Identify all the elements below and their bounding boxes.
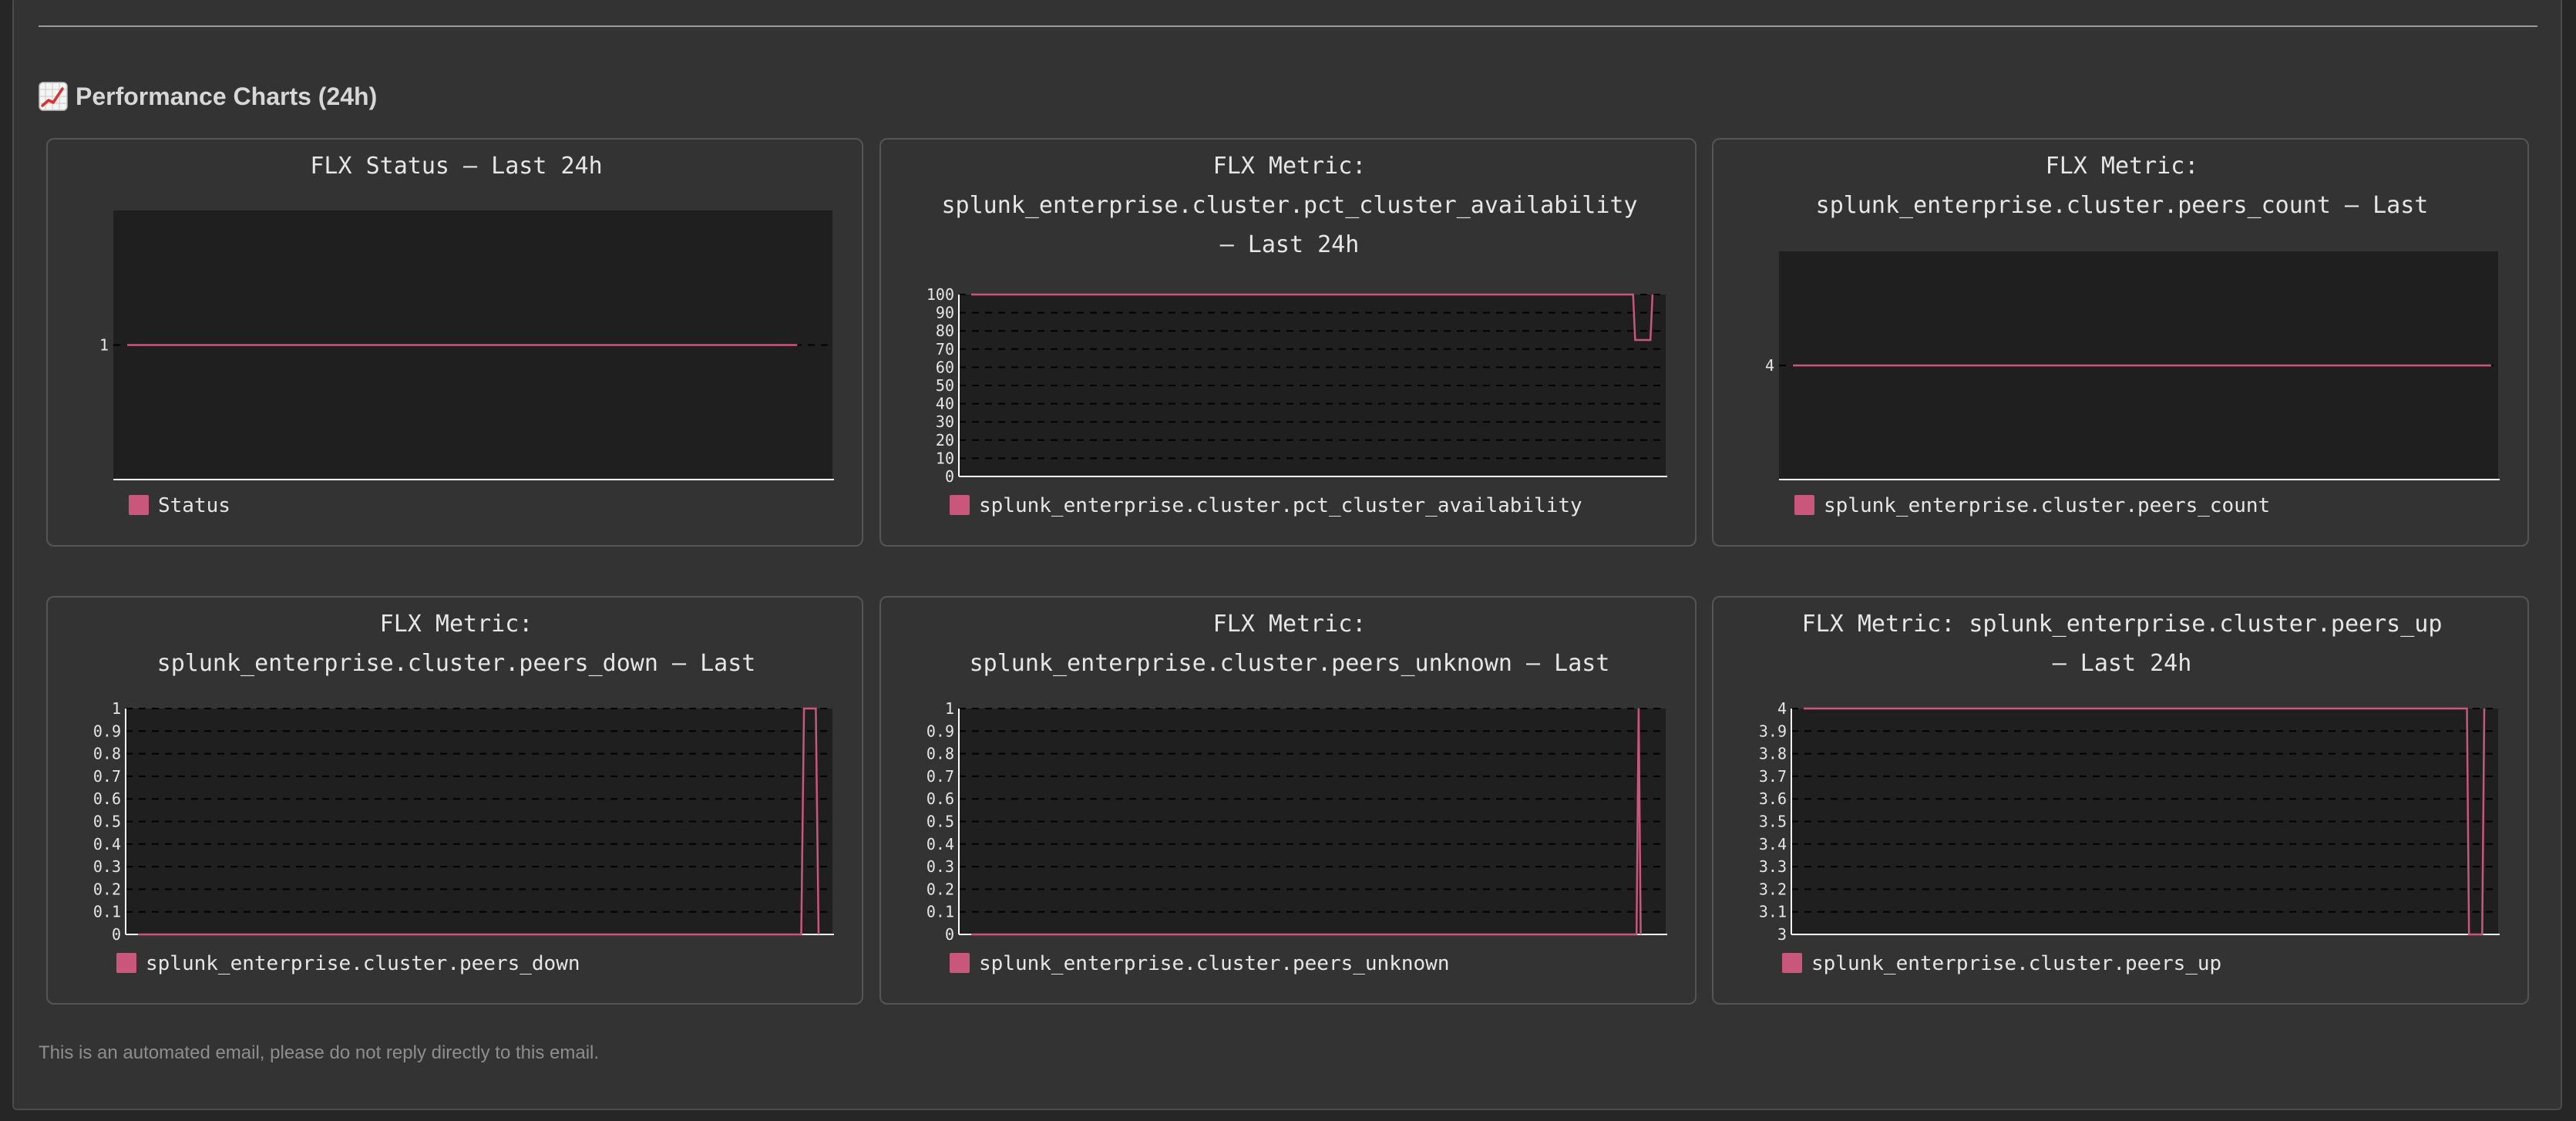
y-tick-label: 3.2 <box>1759 880 1787 898</box>
chart-peers-down: FLX Metric: splunk_enterprise.cluster.pee… <box>93 611 834 975</box>
y-tick-label: 0.5 <box>926 813 954 831</box>
footer-disclaimer: This is an automated email, please do no… <box>39 1042 600 1063</box>
chart-increasing-icon <box>39 82 68 111</box>
y-tick-label: 0.1 <box>926 903 954 921</box>
y-tick-label: 40 <box>936 395 954 413</box>
legend-label: splunk_enterprise.cluster.peers_up <box>1811 952 2221 975</box>
y-tick-label: 1 <box>112 699 121 718</box>
y-tick-label: 60 <box>936 358 954 376</box>
section-header: Performance Charts (24h) <box>39 77 377 116</box>
y-tick-label: 20 <box>936 431 954 449</box>
y-tick-label: 0.7 <box>93 767 121 786</box>
legend-swatch <box>129 495 149 515</box>
chart-card-peers-count: FLX Metric: splunk_enterprise.cluster.pee… <box>1712 138 2529 547</box>
y-tick-label: 4 <box>1777 699 1787 718</box>
y-tick-label: 3.7 <box>1759 767 1787 786</box>
chart-peers-unknown: FLX Metric: splunk_enterprise.cluster.pee… <box>926 611 1667 975</box>
y-tick-label: 3 <box>1777 925 1787 944</box>
chart-card-status: FLX Status – Last 24h 1 Status <box>46 138 863 547</box>
y-tick-label: 0.4 <box>926 835 954 853</box>
y-tick-label: 0.9 <box>926 722 954 740</box>
legend-label: Status <box>158 494 230 517</box>
chart-card-peers-unknown: FLX Metric: splunk_enterprise.cluster.pee… <box>879 596 1697 1005</box>
horizontal-divider <box>39 25 2537 27</box>
y-tick-label: 3.1 <box>1759 903 1787 921</box>
y-tick-label: 80 <box>936 321 954 340</box>
chart-title: FLX Metric: splunk_enterprise.cluster.pee… <box>970 611 1610 677</box>
chart-title: FLX Metric: splunk_enterprise.cluster.pee… <box>1816 153 2429 219</box>
legend-label: splunk_enterprise.cluster.peers_unknown <box>979 952 1449 975</box>
y-tick-label: 3.6 <box>1759 789 1787 808</box>
y-tick-label: 0.3 <box>926 857 954 876</box>
y-tick-label: 3.3 <box>1759 857 1787 876</box>
legend-label: splunk_enterprise.cluster.peers_down <box>146 952 580 975</box>
section-title: Performance Charts (24h) <box>76 82 378 110</box>
y-tick-label: 0.6 <box>93 789 121 808</box>
chart-peers-count: FLX Metric: splunk_enterprise.cluster.pee… <box>1765 153 2500 517</box>
y-tick-label: 1 <box>945 699 954 718</box>
y-tick-label: 0.4 <box>93 835 121 853</box>
y-tick-label: 0.2 <box>926 880 954 898</box>
y-tick-label: 0.2 <box>93 880 121 898</box>
y-tick-label: 3.9 <box>1759 722 1787 740</box>
chart-card-peers-down: FLX Metric: splunk_enterprise.cluster.pee… <box>46 596 863 1005</box>
y-tick-label: 3.5 <box>1759 813 1787 831</box>
chart-card-pct-cluster-availability: FLX Metric: splunk_enterprise.cluster.pct… <box>879 138 1697 547</box>
chart-peers-up: FLX Metric: splunk_enterprise.cluster.pe… <box>1759 611 2500 975</box>
chart-pct-cluster-availability: FLX Metric: splunk_enterprise.cluster.pct… <box>926 153 1667 517</box>
chart-title: FLX Metric: splunk_enterprise.cluster.pe… <box>1802 611 2443 677</box>
chart-card-peers-up: FLX Metric: splunk_enterprise.cluster.pe… <box>1712 596 2529 1005</box>
y-tick-label: 0 <box>945 925 954 944</box>
chart-title: FLX Status – Last 24h <box>310 153 602 180</box>
y-tick-label: 0.8 <box>926 745 954 763</box>
y-tick-label: 3.4 <box>1759 835 1787 853</box>
legend-swatch <box>950 953 970 973</box>
y-tick-label: 0.1 <box>93 903 121 921</box>
y-tick-label: 0 <box>112 925 121 944</box>
legend-swatch <box>950 495 970 515</box>
y-tick-label: 50 <box>936 376 954 395</box>
y-tick-label: 0.8 <box>93 745 121 763</box>
y-tick-label: 4 <box>1765 356 1774 375</box>
y-tick-label: 0 <box>945 467 954 486</box>
y-tick-label: 1 <box>99 336 109 355</box>
chart-status: FLX Status – Last 24h 1 Status <box>99 153 834 517</box>
legend-swatch <box>116 953 136 973</box>
chart-title: FLX Metric: splunk_enterprise.cluster.pct… <box>941 153 1637 258</box>
y-tick-label: 0.6 <box>926 789 954 808</box>
y-tick-label: 70 <box>936 340 954 359</box>
y-tick-label: 0.7 <box>926 767 954 786</box>
y-tick-label: 3.8 <box>1759 745 1787 763</box>
legend-swatch <box>1794 495 1814 515</box>
y-tick-label: 0.9 <box>93 722 121 740</box>
y-tick-label: 100 <box>926 285 954 304</box>
legend-label: splunk_enterprise.cluster.peers_count <box>1824 494 2270 517</box>
legend-swatch <box>1782 953 1802 973</box>
y-tick-label: 30 <box>936 412 954 431</box>
y-tick-label: 0.3 <box>93 857 121 876</box>
y-tick-label: 10 <box>936 449 954 467</box>
chart-title: FLX Metric: splunk_enterprise.cluster.pee… <box>157 611 756 677</box>
legend-label: splunk_enterprise.cluster.pct_cluster_av… <box>979 494 1582 517</box>
y-tick-label: 90 <box>936 304 954 322</box>
y-tick-label: 0.5 <box>93 813 121 831</box>
